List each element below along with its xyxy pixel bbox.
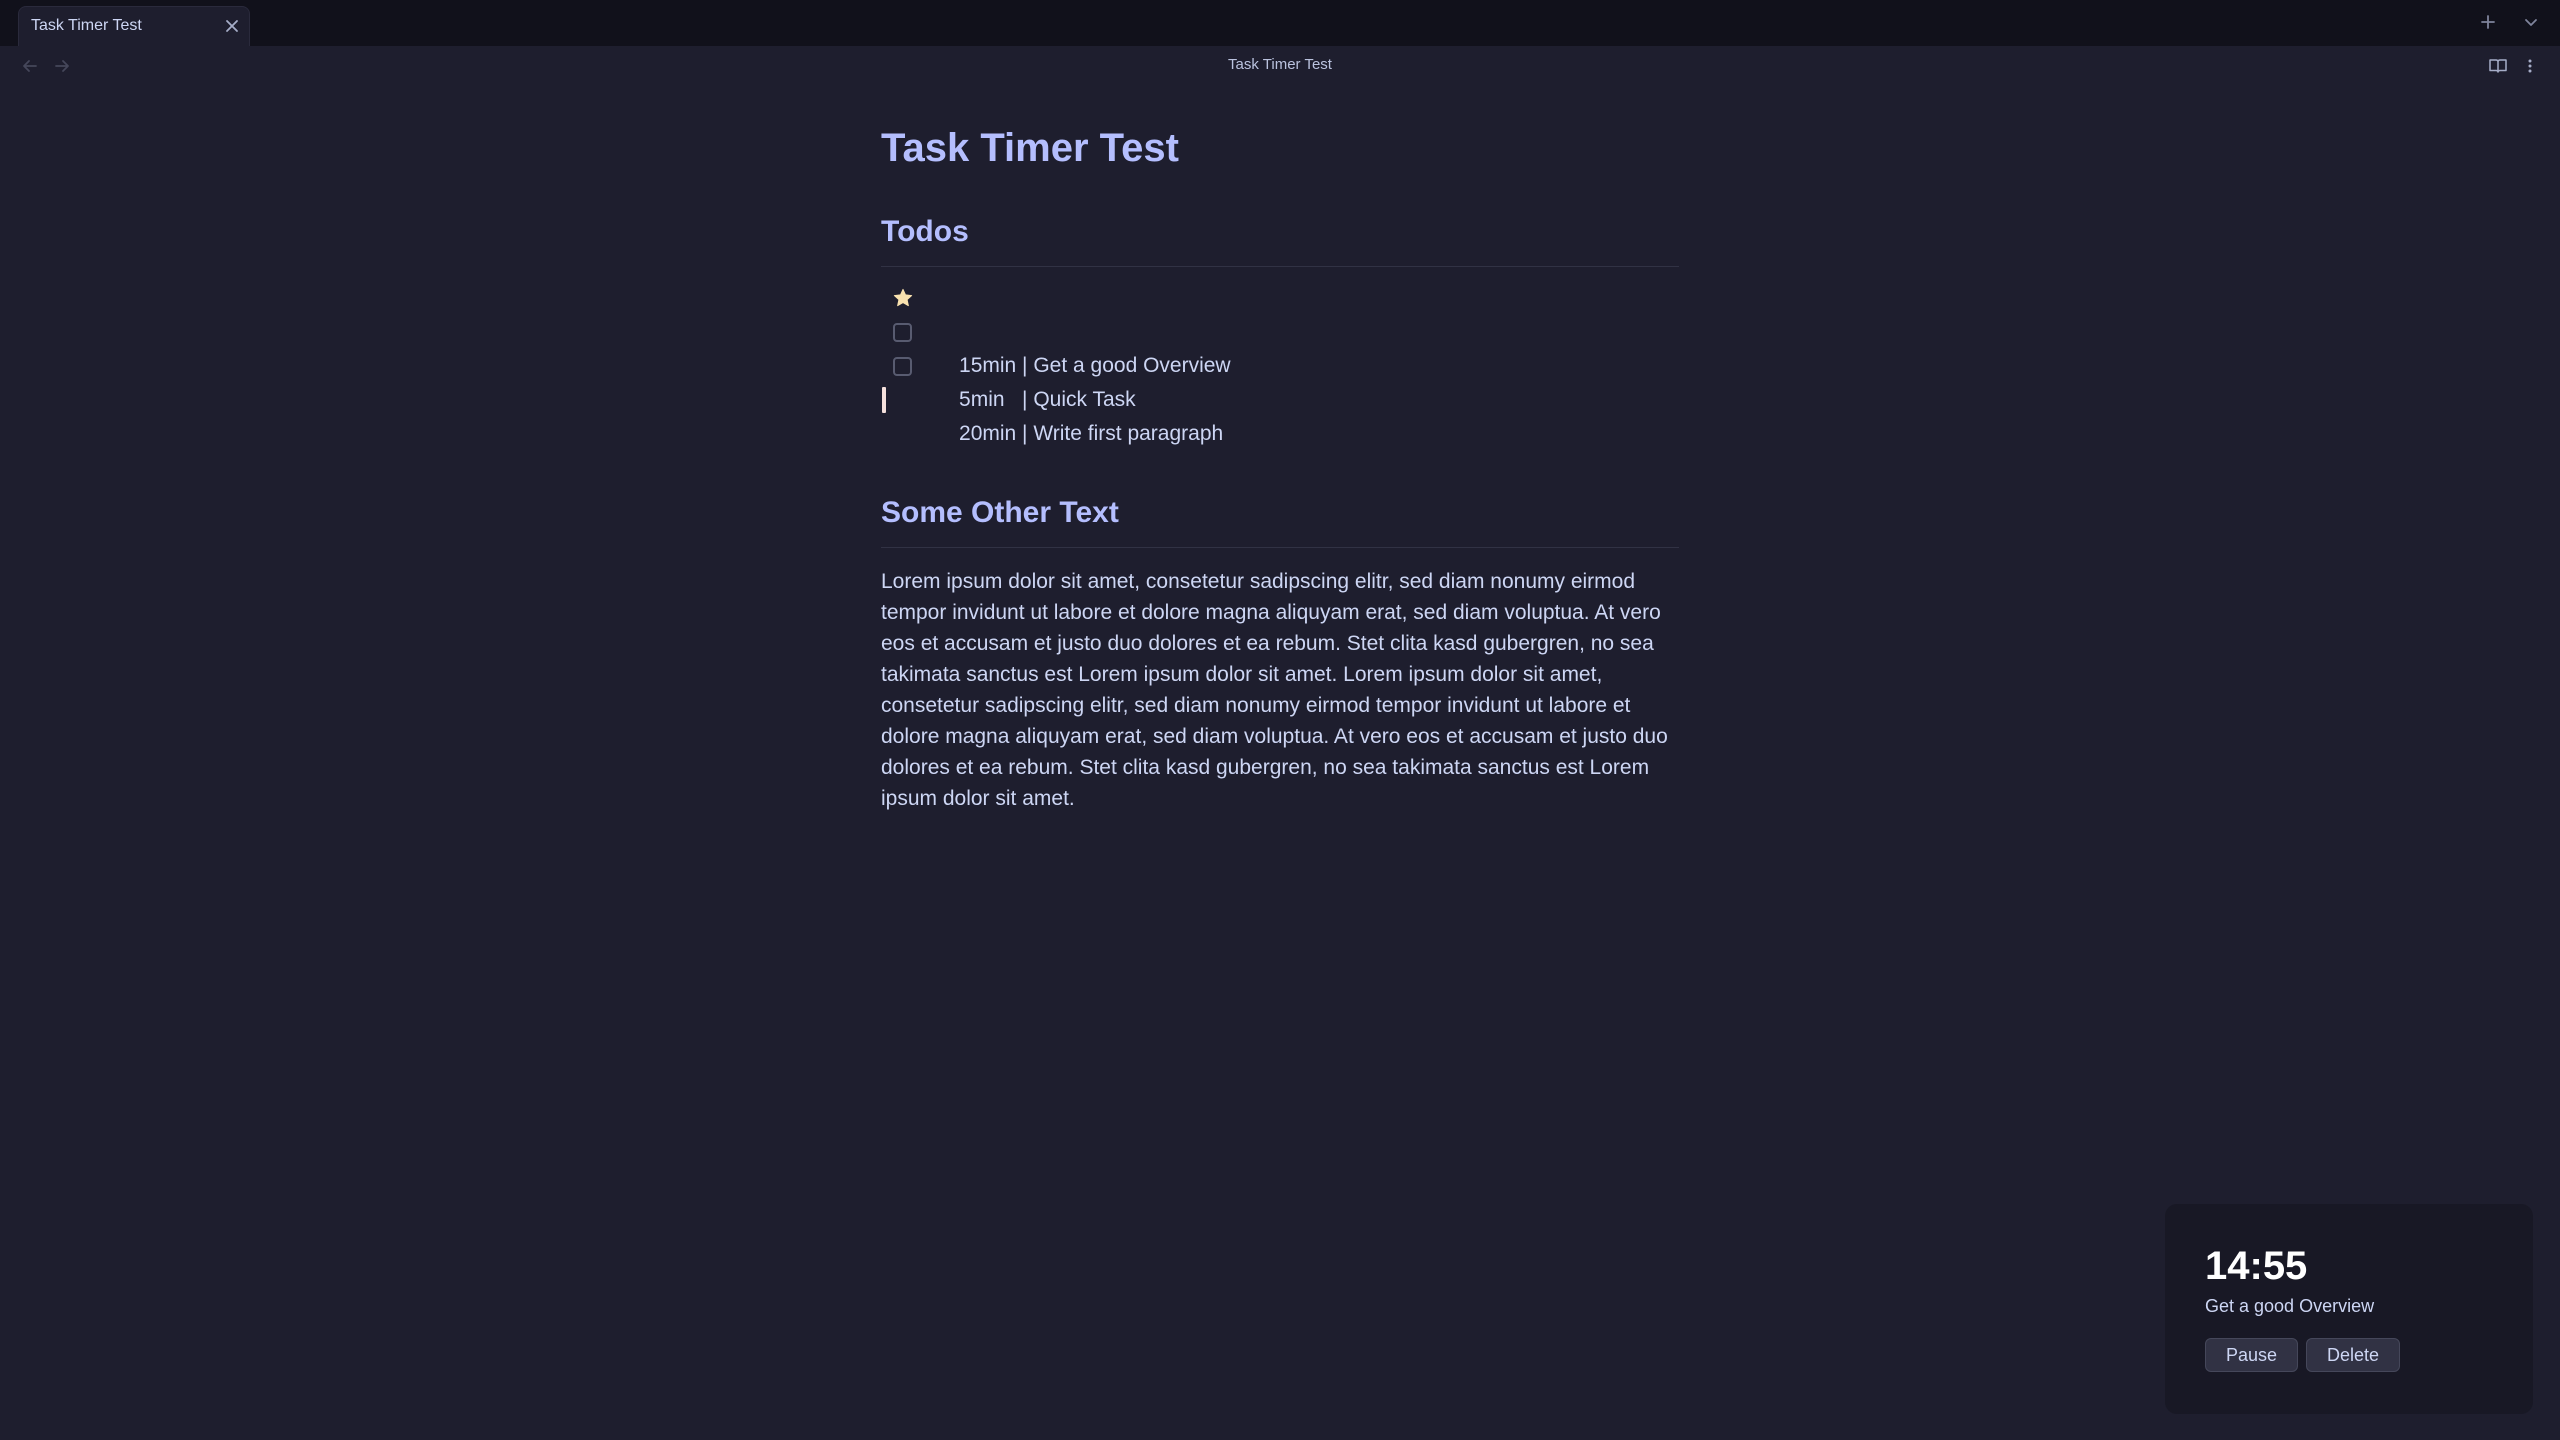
section-some-other-text: Some Other Text Lorem ipsum dolor sit am… <box>881 493 1679 814</box>
chevron-down-icon[interactable] <box>2519 10 2543 34</box>
heading-some-other-text: Some Other Text <box>881 493 1679 548</box>
todo-item[interactable]: 15min | Get a good Overview <box>881 281 1679 377</box>
paragraph: Lorem ipsum dolor sit amet, consetetur s… <box>881 570 1668 810</box>
text-cursor <box>882 387 886 413</box>
task-timer-widget: 14:55 Get a good Overview Pause Delete <box>2165 1204 2533 1414</box>
pause-button[interactable]: Pause <box>2205 1338 2299 1372</box>
tab-task-timer-test[interactable]: Task Timer Test <box>18 6 250 46</box>
view-header: Task Timer Test <box>0 46 2560 86</box>
delete-button[interactable]: Delete <box>2306 1338 2401 1372</box>
todo-item-text: 5min | Quick Task <box>959 388 1136 411</box>
timer-countdown: 14:55 <box>2205 1244 2308 1288</box>
tab-title: Task Timer Test <box>31 17 142 34</box>
star-icon[interactable] <box>892 287 914 309</box>
heading-todos: Todos <box>881 212 1679 267</box>
todo-checkbox[interactable] <box>893 357 912 376</box>
todo-item[interactable]: 20min | Write first paragraph <box>881 349 1679 445</box>
todo-checkbox[interactable] <box>893 323 912 342</box>
todo-item[interactable]: 5min | Quick Task <box>881 315 1679 411</box>
todo-item-text: 20min | Write first paragraph <box>959 422 1224 445</box>
timer-task-name: Get a good Overview <box>2205 1296 2375 1316</box>
book-open-icon[interactable] <box>2486 54 2510 78</box>
document-title: Task Timer Test <box>881 126 1179 170</box>
view-title: Task Timer Test <box>1228 56 1332 73</box>
plus-icon[interactable] <box>2476 10 2500 34</box>
todo-list: 15min | Get a good Overview 5min | Quick… <box>881 281 1679 445</box>
tab-bar: Task Timer Test <box>0 0 2560 46</box>
more-vertical-icon[interactable] <box>2518 54 2542 78</box>
document-editor[interactable]: Task Timer Test Todos 15min | Get a good… <box>881 120 1679 814</box>
close-icon[interactable] <box>221 15 243 37</box>
